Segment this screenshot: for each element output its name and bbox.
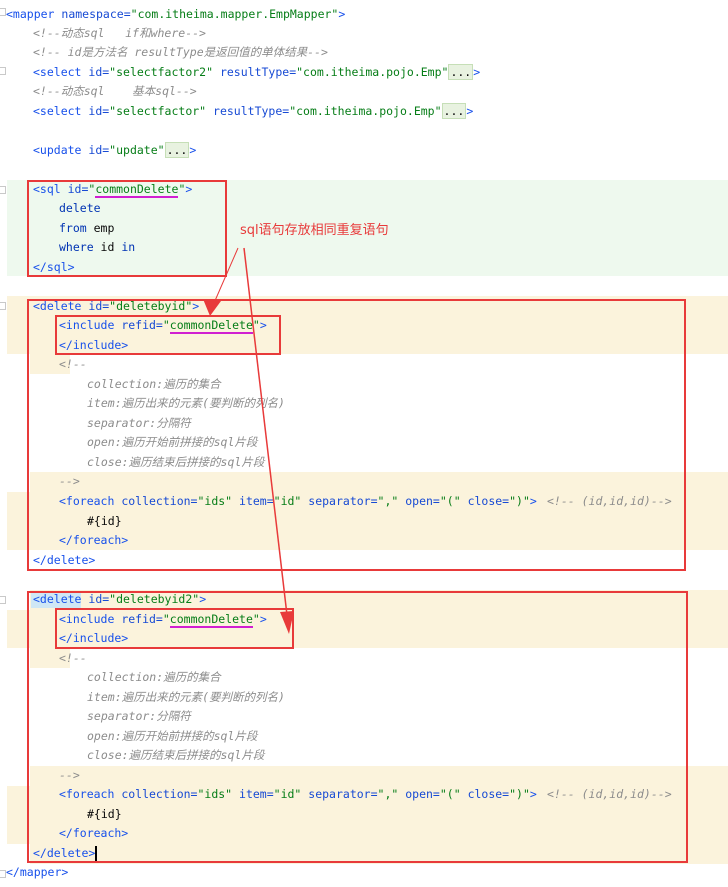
tag-token: <select [33, 65, 82, 79]
value-token: "com.itheima.pojo.Emp" [289, 104, 442, 118]
code-line-select1[interactable]: <select id="selectfactor2" resultType="c… [33, 62, 480, 82]
fold-marker[interactable] [0, 596, 6, 604]
tag-token: > [473, 65, 481, 79]
fold-marker[interactable] [0, 302, 6, 310]
attr-token: resultType= [206, 104, 290, 118]
folded-ellipsis[interactable]: ... [441, 103, 467, 119]
code-line-update[interactable]: <update id="update"... > [33, 140, 196, 160]
tag-token: > [189, 143, 197, 157]
tag-token: <mapper [6, 7, 55, 21]
tag-token: <update [33, 143, 82, 157]
folded-ellipsis[interactable]: ... [448, 64, 474, 80]
editor-gutter [0, 0, 7, 887]
attr-token: namespace= [54, 7, 131, 21]
attr-token: resultType= [213, 65, 297, 79]
tag-token: > [338, 7, 346, 21]
tag-token: > [466, 104, 474, 118]
fold-marker[interactable] [0, 67, 6, 75]
attr-token: id= [81, 65, 110, 79]
attr-token: id= [81, 143, 110, 157]
value-token: "selectfactor" [109, 104, 207, 118]
value-token: "com.itheima.pojo.Emp" [296, 65, 449, 79]
value-token: "com.itheima.mapper.EmpMapper" [130, 7, 339, 21]
code-line-select2[interactable]: <select id="selectfactor" resultType="co… [33, 101, 473, 121]
annotation-box-include1 [55, 315, 281, 355]
value-token: "update" [109, 143, 165, 157]
code-line-mapper-open[interactable]: <mapper namespace="com.itheima.mapper.Em… [6, 4, 345, 24]
annotation-note: sql语句存放相同重复语句 [240, 223, 389, 238]
code-line-comment[interactable]: <!--动态sql 基本sql--> [33, 81, 197, 101]
tag-token: <select [33, 104, 82, 118]
annotation-box-include2 [55, 608, 294, 649]
attr-token: id= [81, 104, 110, 118]
code-line-comment[interactable]: <!--动态sql if和where--> [33, 23, 206, 43]
annotation-box-sql [27, 180, 227, 277]
folded-ellipsis[interactable]: ... [164, 142, 190, 158]
fold-marker[interactable] [0, 186, 6, 194]
code-line-mapper-close[interactable]: </mapper> [6, 862, 68, 882]
code-line-comment[interactable]: <!-- id是方法名 resultType是返回值的单体结果--> [33, 42, 328, 62]
value-token: "selectfactor2" [109, 65, 214, 79]
